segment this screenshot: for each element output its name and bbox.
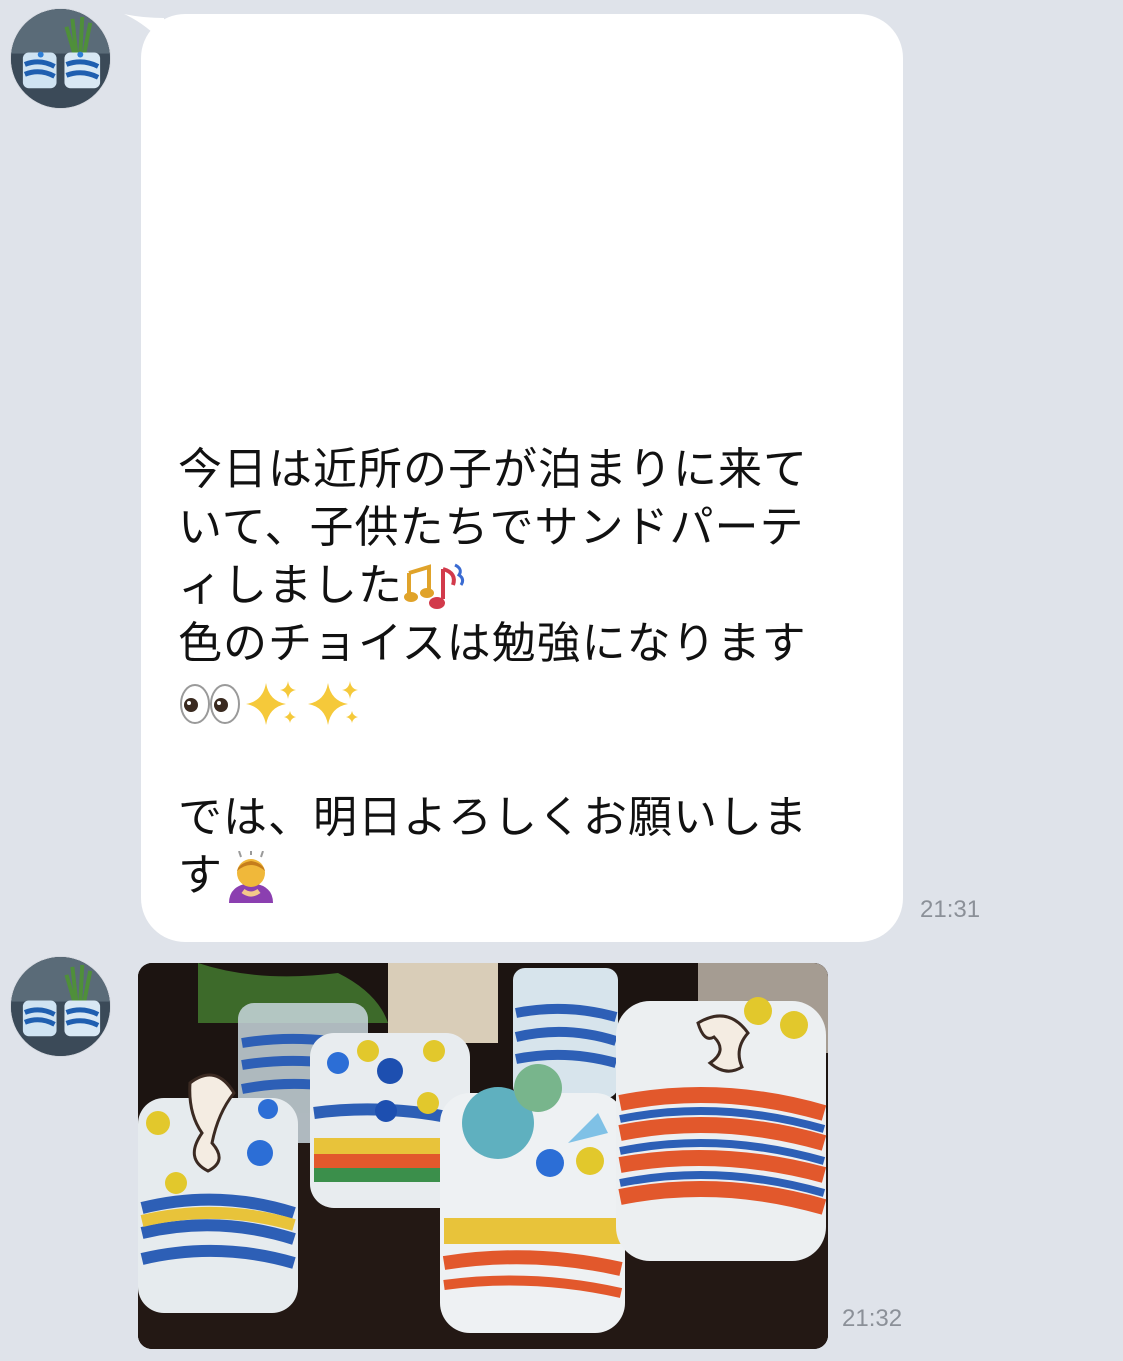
image-message[interactable] xyxy=(138,963,828,1349)
message-timestamp: 21:32 xyxy=(842,1305,903,1332)
message-line-with-emoji: ィしました xyxy=(178,557,849,615)
message-line: 色のチョイスは勉強になります xyxy=(178,618,807,669)
emoji-line xyxy=(178,673,849,731)
sparkles-emoji xyxy=(304,679,366,729)
eyes-emoji xyxy=(178,679,242,729)
sender-avatar[interactable] xyxy=(11,9,110,108)
musical-notes-emoji xyxy=(403,563,469,613)
message-line: いて、子供たちでサンドパーテ xyxy=(178,502,805,553)
message-timestamp: 21:31 xyxy=(920,896,981,923)
sender-avatar[interactable] xyxy=(11,957,110,1056)
sparkles-emoji xyxy=(242,679,304,729)
avatar-image-icon xyxy=(11,957,110,1056)
avatar-image-icon xyxy=(11,9,110,108)
message-line-with-emoji: す xyxy=(178,847,849,905)
message-line: 今日は近所の子が泊まりに来て xyxy=(178,444,808,495)
message-line: では、明日よろしくお願いしま xyxy=(178,792,808,843)
message-text: 今日は近所の子が泊まりに来て いて、子供たちでサンドパーテ ィしました 色のチョ… xyxy=(178,441,849,905)
person-bowing-emoji xyxy=(223,851,279,905)
message-bubble[interactable]: 今日は近所の子が泊まりに来て いて、子供たちでサンドパーテ ィしました 色のチョ… xyxy=(141,14,903,942)
sand-art-jars-photo xyxy=(138,963,828,1349)
